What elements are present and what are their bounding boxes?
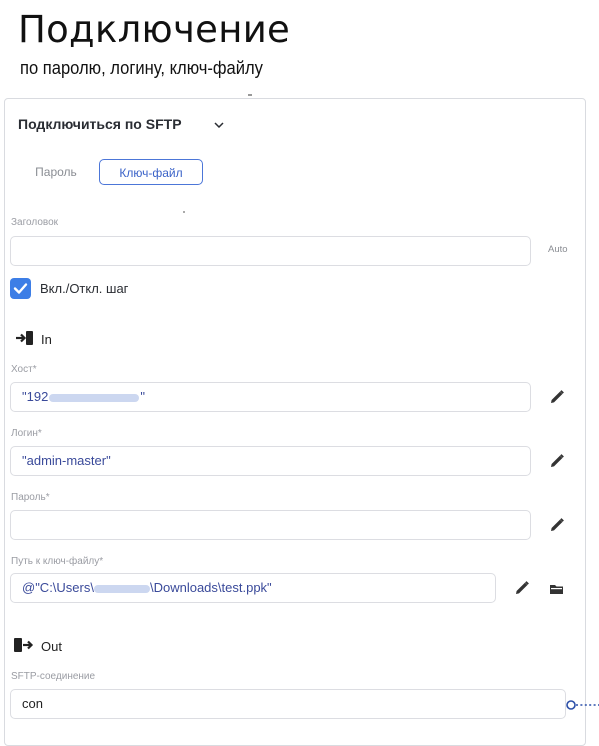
sftp-connection-input[interactable]: con (10, 689, 566, 719)
chevron-down-icon[interactable] (213, 119, 225, 131)
login-label: Логин* (11, 428, 42, 439)
password-input[interactable] (10, 510, 531, 540)
redacted-blur (49, 393, 140, 402)
in-section-title: In (41, 332, 52, 347)
sign-out-icon (14, 638, 34, 652)
keyfile-label: Путь к ключ-файлу* (11, 556, 104, 567)
tab-password[interactable]: Пароль (22, 159, 90, 185)
heading-input[interactable] (10, 236, 531, 266)
sftp-panel (4, 98, 586, 746)
host-value-start: "192 (22, 389, 49, 404)
host-input[interactable]: "192 " (10, 382, 531, 412)
sign-in-icon (16, 331, 33, 345)
pencil-icon[interactable] (548, 516, 566, 534)
enable-step-label: Вкл./Откл. шаг (40, 281, 129, 296)
keyfile-input[interactable]: @"C:\Users\ \Downloads\test.ppk" (10, 573, 496, 603)
keyfile-value-end: \Downloads\test.ppk" (149, 580, 272, 595)
keyfile-value-start: @"C:\Users\ (22, 580, 94, 595)
login-input[interactable]: "admin-master" (10, 446, 531, 476)
password-label: Пароль* (11, 492, 50, 503)
divider-tick (248, 94, 252, 96)
dot-mark (183, 211, 185, 213)
host-label: Хост* (11, 364, 37, 375)
checkmark-icon (13, 283, 28, 294)
panel-title[interactable]: Подключиться по SFTP (18, 116, 182, 132)
connector-port-icon[interactable] (566, 698, 599, 712)
tab-keyfile[interactable]: Ключ-файл (99, 159, 203, 185)
heading-label: Заголовок (11, 217, 59, 228)
auto-button[interactable]: Auto (548, 244, 568, 255)
sftp-connection-label: SFTP-соединение (11, 671, 96, 682)
page-subtitle: по паролю, логину, ключ-файлу (20, 58, 263, 78)
folder-icon[interactable] (549, 583, 565, 595)
pencil-icon[interactable] (548, 452, 566, 470)
pencil-icon[interactable] (513, 579, 531, 597)
page-title: Подключение (18, 8, 291, 51)
out-section-title: Out (41, 639, 62, 654)
host-value-end: " (140, 389, 145, 404)
pencil-icon[interactable] (548, 388, 566, 406)
enable-step-checkbox[interactable] (10, 278, 31, 299)
redacted-blur (93, 584, 150, 593)
